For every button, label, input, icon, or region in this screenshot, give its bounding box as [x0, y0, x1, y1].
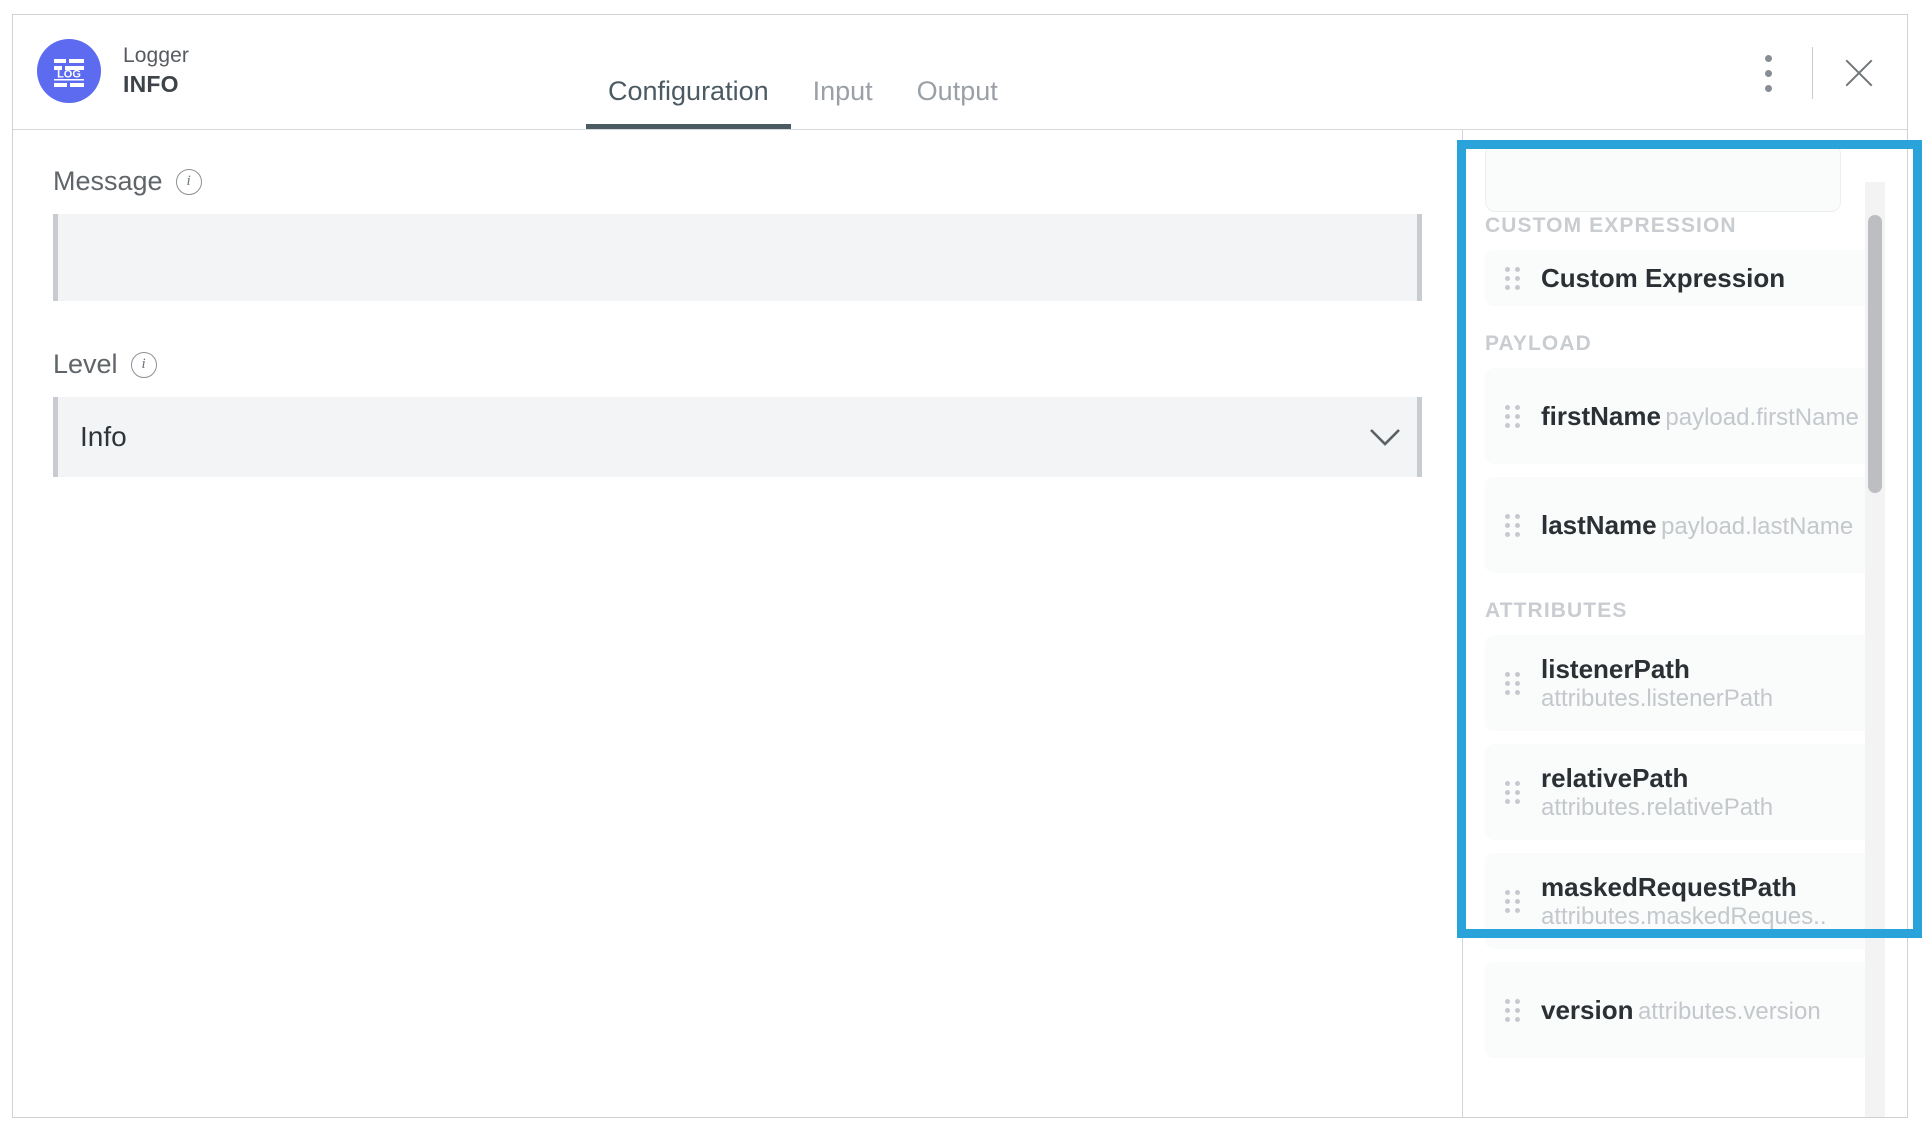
- message-input[interactable]: [58, 214, 1417, 301]
- list-item[interactable]: firstName payload.firstName: [1485, 368, 1885, 464]
- level-info-icon[interactable]: i: [131, 352, 157, 378]
- group-title-attributes: ATTRIBUTES: [1485, 599, 1885, 623]
- node-level-label: INFO: [123, 71, 189, 98]
- expression-path: attributes.listenerPath: [1541, 685, 1773, 712]
- expression-name: maskedRequestPath: [1541, 872, 1797, 902]
- log-node-icon: LOG: [37, 39, 101, 103]
- drag-handle-icon[interactable]: [1505, 264, 1523, 292]
- expression-path: payload.lastName: [1661, 513, 1853, 540]
- node-identity: LOG Logger INFO: [37, 39, 189, 103]
- expression-path: attributes.relativePath: [1541, 794, 1773, 821]
- group-title-custom-expression: CUSTOM EXPRESSION: [1485, 214, 1885, 238]
- configuration-pane: Message i Level i Info: [13, 130, 1462, 1117]
- node-configuration-window: LOG Logger INFO Configuration Input Outp…: [12, 14, 1908, 1118]
- expression-name: Custom Expression: [1541, 263, 1785, 294]
- drag-handle-icon[interactable]: [1505, 669, 1523, 697]
- expression-list-scrollbar[interactable]: [1865, 182, 1885, 1117]
- expression-name: relativePath: [1541, 763, 1688, 793]
- expression-name: listenerPath: [1541, 654, 1690, 684]
- level-field-label: Level i: [53, 349, 1422, 380]
- expression-list: CUSTOM EXPRESSION Custom Expression PAYL…: [1463, 178, 1907, 1117]
- group-title-payload: PAYLOAD: [1485, 332, 1885, 356]
- level-select[interactable]: Info: [53, 397, 1422, 477]
- expression-path: payload.firstName: [1665, 404, 1858, 431]
- window-header: LOG Logger INFO Configuration Input Outp…: [13, 15, 1907, 130]
- scrollbar-thumb[interactable]: [1868, 215, 1882, 493]
- list-item[interactable]: maskedRequestPath attributes.maskedReque…: [1485, 853, 1885, 949]
- header-actions: [1750, 45, 1879, 101]
- expression-path: attributes.maskedReques..: [1541, 903, 1826, 930]
- message-field-label: Message i: [53, 166, 1422, 197]
- level-select-value: Info: [58, 421, 1353, 453]
- tab-output[interactable]: Output: [917, 76, 998, 129]
- tab-configuration[interactable]: Configuration: [608, 76, 769, 129]
- drag-handle-icon[interactable]: [1505, 778, 1523, 806]
- list-item[interactable]: version attributes.version: [1485, 962, 1885, 1058]
- message-label-text: Message: [53, 166, 163, 197]
- header-divider: [1812, 47, 1813, 99]
- drag-handle-icon[interactable]: [1505, 996, 1523, 1024]
- list-item[interactable]: lastName payload.lastName: [1485, 477, 1885, 573]
- svg-text:LOG: LOG: [57, 69, 81, 81]
- list-item[interactable]: listenerPath attributes.listenerPath: [1485, 635, 1885, 731]
- expression-name: firstName: [1541, 401, 1661, 431]
- tab-input[interactable]: Input: [813, 76, 873, 129]
- chevron-down-icon[interactable]: [1353, 426, 1417, 448]
- list-item[interactable]: Custom Expression: [1485, 250, 1885, 306]
- window-body: Message i Level i Info: [13, 130, 1907, 1117]
- expression-name: lastName: [1541, 510, 1657, 540]
- expression-path: attributes.version: [1638, 998, 1821, 1025]
- more-options-icon[interactable]: [1750, 49, 1786, 97]
- drag-handle-icon[interactable]: [1505, 402, 1523, 430]
- drag-handle-icon[interactable]: [1505, 511, 1523, 539]
- drag-handle-icon[interactable]: [1505, 887, 1523, 915]
- message-info-icon[interactable]: i: [176, 169, 202, 195]
- tab-bar: Configuration Input Output: [608, 67, 998, 129]
- list-item[interactable]: relativePath attributes.relativePath: [1485, 744, 1885, 840]
- expression-name: version: [1541, 995, 1634, 1025]
- expression-panel: CUSTOM EXPRESSION Custom Expression PAYL…: [1463, 130, 1907, 1117]
- close-icon[interactable]: [1839, 53, 1879, 93]
- node-type-label: Logger: [123, 44, 189, 69]
- level-label-text: Level: [53, 349, 118, 380]
- message-input-wrapper[interactable]: [53, 214, 1422, 301]
